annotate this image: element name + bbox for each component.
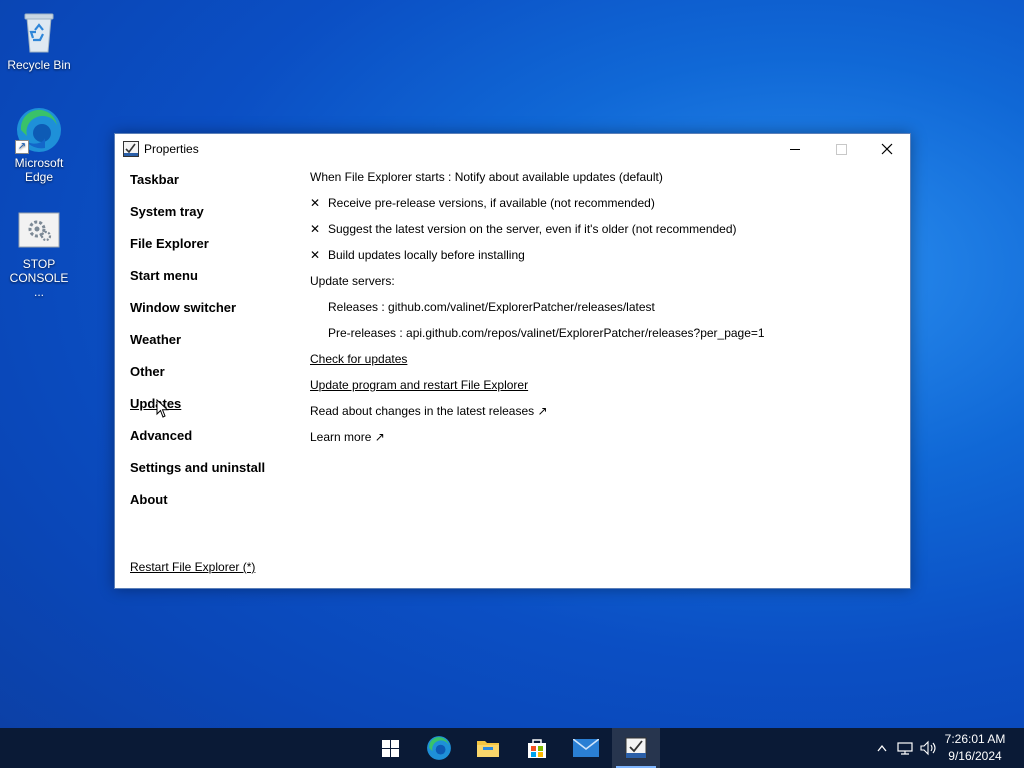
desktop-icon-recycle-bin[interactable]: Recycle Bin bbox=[1, 8, 77, 72]
maximize-button[interactable] bbox=[818, 134, 864, 164]
sidebar-item-start-menu[interactable]: Start menu bbox=[130, 268, 265, 300]
mouse-cursor-icon bbox=[156, 399, 169, 418]
taskbar-clock[interactable]: 7:26:01 AM 9/16/2024 bbox=[940, 731, 1010, 765]
clock-date: 9/16/2024 bbox=[948, 749, 1002, 763]
taskbar: 7:26:01 AM 9/16/2024 bbox=[0, 728, 1024, 768]
desktop-icon-label: Recycle Bin bbox=[7, 58, 71, 72]
sidebar-item-label: Settings and uninstall bbox=[130, 460, 266, 475]
prerelease-option[interactable]: ✕ Receive pre-release versions, if availa… bbox=[310, 196, 765, 222]
option-label: Receive pre-release versions, if availab… bbox=[328, 196, 655, 210]
volume-icon bbox=[920, 740, 936, 756]
start-button[interactable] bbox=[366, 728, 414, 768]
shortcut-arrow-icon: ↗ bbox=[15, 140, 29, 154]
option-label: Build updates locally before installing bbox=[328, 248, 525, 262]
desktop-icon-edge[interactable]: ↗ Microsoft Edge bbox=[1, 106, 77, 184]
sidebar-item-label: File Explorer bbox=[130, 236, 209, 251]
sidebar-item-label: Window switcher bbox=[130, 300, 237, 315]
taskbar-store[interactable] bbox=[513, 728, 561, 768]
window-title: Properties bbox=[144, 142, 199, 156]
chevron-up-icon bbox=[877, 744, 887, 752]
suggest-latest-option[interactable]: ✕ Suggest the latest version on the serve… bbox=[310, 222, 765, 248]
sidebar-item-label: Start menu bbox=[130, 268, 198, 283]
taskbar-properties[interactable] bbox=[612, 728, 660, 768]
updates-panel: When File Explorer starts : Notify about… bbox=[310, 170, 765, 456]
sidebar-item-label: Advanced bbox=[130, 428, 193, 443]
volume-control[interactable] bbox=[918, 728, 940, 768]
recycle-bin-icon bbox=[15, 8, 63, 56]
minimize-icon bbox=[790, 148, 800, 150]
update-restart-link[interactable]: Update program and restart File Explorer bbox=[310, 378, 528, 392]
shortcut-settings-icon bbox=[15, 207, 63, 255]
file-explorer-icon bbox=[477, 741, 499, 757]
mail-icon bbox=[573, 739, 599, 757]
restart-file-explorer-link[interactable]: Restart File Explorer (*) bbox=[130, 560, 255, 574]
properties-app-icon bbox=[123, 141, 139, 157]
prereleases-server[interactable]: Pre-releases : api.github.com/repos/vali… bbox=[310, 326, 765, 352]
build-locally-option[interactable]: ✕ Build updates locally before installing bbox=[310, 248, 765, 274]
edge-icon bbox=[427, 736, 451, 760]
edge-icon: ↗ bbox=[15, 106, 63, 154]
close-button[interactable] bbox=[864, 134, 910, 164]
sidebar-item-advanced[interactable]: Advanced bbox=[130, 428, 265, 460]
taskbar-edge[interactable] bbox=[415, 728, 463, 768]
option-label: Suggest the latest version on the server… bbox=[328, 222, 737, 236]
sidebar-item-file-explorer[interactable]: File Explorer bbox=[130, 236, 265, 268]
sidebar-item-system-tray[interactable]: System tray bbox=[130, 204, 265, 236]
check-mark-icon: ✕ bbox=[310, 248, 321, 262]
check-mark-icon: ✕ bbox=[310, 196, 321, 210]
clock-time: 7:26:01 AM bbox=[944, 732, 1006, 746]
store-icon bbox=[528, 739, 546, 758]
minimize-button[interactable] bbox=[772, 134, 818, 164]
start-icon bbox=[381, 739, 399, 757]
startup-behavior-option[interactable]: When File Explorer starts : Notify about… bbox=[310, 170, 765, 196]
properties-app-icon bbox=[625, 737, 647, 759]
learn-more-link[interactable]: Learn more ↗ bbox=[310, 430, 765, 456]
title-bar[interactable]: Properties bbox=[115, 134, 910, 164]
taskbar-mail[interactable] bbox=[562, 728, 610, 768]
sidebar-item-label: Weather bbox=[130, 332, 182, 347]
network-status[interactable] bbox=[894, 728, 916, 768]
taskbar-file-explorer[interactable] bbox=[464, 728, 512, 768]
releases-server[interactable]: Releases : github.com/valinet/ExplorerPa… bbox=[310, 300, 765, 326]
read-changes-link[interactable]: Read about changes in the latest release… bbox=[310, 404, 765, 430]
check-mark-icon: ✕ bbox=[310, 222, 321, 236]
sidebar-item-other[interactable]: Other bbox=[130, 364, 265, 396]
desktop-icon-label: Microsoft Edge bbox=[14, 156, 64, 184]
sidebar-item-window-switcher[interactable]: Window switcher bbox=[130, 300, 265, 332]
desktop-icon-label: STOP CONSOLE ... bbox=[9, 257, 69, 299]
sidebar-item-label: Taskbar bbox=[130, 172, 179, 187]
check-for-updates-link[interactable]: Check for updates bbox=[310, 352, 407, 366]
sidebar-item-taskbar[interactable]: Taskbar bbox=[130, 172, 265, 204]
sidebar-item-about[interactable]: About bbox=[130, 492, 265, 524]
maximize-icon bbox=[835, 143, 847, 155]
network-icon bbox=[897, 742, 913, 755]
desktop-icon-stop-console[interactable]: STOP CONSOLE ... bbox=[1, 207, 77, 299]
show-hidden-icons-button[interactable] bbox=[872, 728, 892, 768]
sidebar-nav: Taskbar System tray File Explorer Start … bbox=[130, 172, 265, 524]
sidebar-item-label: System tray bbox=[130, 204, 204, 219]
sidebar-item-settings-uninstall[interactable]: Settings and uninstall bbox=[130, 460, 265, 492]
sidebar-item-weather[interactable]: Weather bbox=[130, 332, 265, 364]
sidebar-item-label: Other bbox=[130, 364, 165, 379]
close-icon bbox=[881, 143, 893, 155]
properties-window: Properties Taskbar System tray File Expl… bbox=[114, 133, 911, 589]
update-servers-label: Update servers: bbox=[310, 274, 395, 288]
sidebar-item-label: About bbox=[130, 492, 168, 507]
sidebar-item-updates[interactable]: Updates bbox=[130, 396, 265, 428]
